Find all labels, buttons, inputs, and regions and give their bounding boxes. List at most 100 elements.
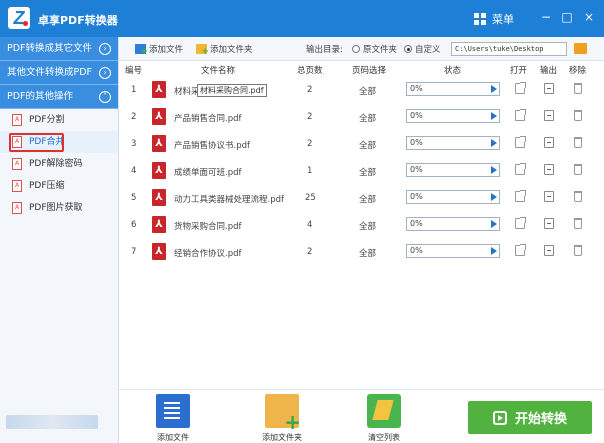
sidebar-item-pdf-image-extract[interactable]: A PDF图片获取 bbox=[0, 197, 118, 219]
row-index: 3 bbox=[131, 139, 137, 149]
radio-custom[interactable]: 自定义 bbox=[404, 43, 441, 55]
row-page-range[interactable]: 全部 bbox=[359, 193, 376, 205]
filename-tooltip: 材料采购合同.pdf bbox=[197, 84, 267, 97]
trash-icon[interactable] bbox=[574, 164, 582, 175]
row-page-range[interactable]: 全部 bbox=[359, 247, 376, 259]
row-index: 5 bbox=[131, 193, 137, 203]
radio-selected-icon bbox=[404, 45, 412, 53]
play-icon[interactable] bbox=[491, 220, 497, 228]
table-row[interactable]: 3 ⅄ 产品销售协议书.pdf 2 全部 0% bbox=[119, 131, 604, 158]
browse-folder-icon[interactable] bbox=[574, 43, 587, 54]
open-icon[interactable] bbox=[515, 163, 526, 175]
progress-bar: 0% bbox=[406, 82, 500, 96]
play-icon[interactable] bbox=[491, 85, 497, 93]
row-page-range[interactable]: 全部 bbox=[359, 166, 376, 178]
table-row[interactable]: 7 ⅄ 经销合作协议.pdf 2 全部 0% bbox=[119, 239, 604, 266]
progress-text: 0% bbox=[410, 111, 423, 120]
sidebar-item-label: PDF压缩 bbox=[29, 181, 65, 191]
pdf-file-icon: ⅄ bbox=[152, 243, 166, 260]
trash-icon[interactable] bbox=[574, 83, 582, 94]
sidebar: PDF转换成其它文件 › 其他文件转换成PDF › PDF的其他操作 ˅ A P… bbox=[0, 37, 119, 443]
progress-text: 0% bbox=[410, 246, 423, 255]
grid-menu-icon bbox=[474, 13, 486, 25]
trash-icon[interactable] bbox=[574, 191, 582, 202]
minimize-button[interactable]: − bbox=[537, 8, 555, 26]
sidebar-item-label: PDF解除密码 bbox=[29, 159, 83, 169]
sidebar-category-pdf-other-ops[interactable]: PDF的其他操作 ˅ bbox=[0, 85, 118, 109]
open-icon[interactable] bbox=[515, 244, 526, 256]
trash-icon[interactable] bbox=[574, 245, 582, 256]
table-row[interactable]: 2 ⅄ 产品销售合同.pdf 2 全部 0% bbox=[119, 104, 604, 131]
start-convert-button[interactable]: 开始转换 bbox=[468, 401, 592, 434]
output-icon[interactable] bbox=[544, 83, 554, 94]
play-icon[interactable] bbox=[491, 166, 497, 174]
table-row[interactable]: 6 ⅄ 货物采购合同.pdf 4 全部 0% bbox=[119, 212, 604, 239]
add-folder-icon bbox=[196, 44, 209, 57]
play-icon[interactable] bbox=[491, 112, 497, 120]
row-index: 7 bbox=[131, 247, 137, 257]
row-page-range[interactable]: 全部 bbox=[359, 220, 376, 232]
bottom-action-bar: 添加文件 添加文件夹 清空列表 开始转换 bbox=[119, 389, 604, 443]
menu-button[interactable]: 菜单 bbox=[474, 11, 514, 27]
bottom-add-file-label: 添加文件 bbox=[157, 433, 189, 442]
play-icon[interactable] bbox=[491, 139, 497, 147]
progress-bar: 0% bbox=[406, 244, 500, 258]
bottom-add-folder-button[interactable]: 添加文件夹 bbox=[257, 394, 307, 443]
play-icon[interactable] bbox=[491, 193, 497, 201]
row-filename: 材料采 bbox=[174, 87, 200, 97]
row-page-range[interactable]: 全部 bbox=[359, 112, 376, 124]
row-filename: 经销合作协议.pdf bbox=[174, 249, 242, 259]
close-button[interactable]: × bbox=[580, 8, 598, 26]
sidebar-category-label: 其他文件转换成PDF bbox=[7, 67, 93, 78]
col-pages: 总页数 bbox=[297, 66, 323, 76]
col-page-select: 页码选择 bbox=[352, 66, 387, 76]
add-folder-button[interactable]: 添加文件夹 bbox=[196, 43, 253, 57]
radio-original-folder[interactable]: 原文件夹 bbox=[352, 43, 397, 55]
broom-icon bbox=[367, 394, 401, 428]
output-icon[interactable] bbox=[544, 110, 554, 121]
open-icon[interactable] bbox=[515, 190, 526, 202]
output-icon[interactable] bbox=[544, 137, 554, 148]
row-index: 6 bbox=[131, 220, 137, 230]
play-icon[interactable] bbox=[491, 247, 497, 255]
table-row[interactable]: 5 ⅄ 动力工具类器械处理流程.pdf 25 全部 0% bbox=[119, 185, 604, 212]
trash-icon[interactable] bbox=[574, 110, 582, 121]
progress-bar: 0% bbox=[406, 109, 500, 123]
row-page-range[interactable]: 全部 bbox=[359, 85, 376, 97]
open-icon[interactable] bbox=[515, 82, 526, 94]
table-row[interactable]: 4 ⅄ 成绩单面可班.pdf 1 全部 0% bbox=[119, 158, 604, 185]
row-pages: 1 bbox=[307, 166, 313, 176]
sidebar-category-pdf-to-other[interactable]: PDF转换成其它文件 › bbox=[0, 37, 118, 61]
row-pages: 2 bbox=[307, 112, 313, 122]
output-dir-label: 输出目录: bbox=[306, 45, 343, 55]
sidebar-item-label: PDF图片获取 bbox=[29, 203, 83, 213]
open-icon[interactable] bbox=[515, 217, 526, 229]
sidebar-category-other-to-pdf[interactable]: 其他文件转换成PDF › bbox=[0, 61, 118, 85]
col-status: 状态 bbox=[444, 66, 462, 76]
clear-list-button[interactable]: 清空列表 bbox=[364, 394, 404, 443]
row-page-range[interactable]: 全部 bbox=[359, 139, 376, 151]
app-logo-icon: Z bbox=[8, 7, 30, 29]
radio-label: 自定义 bbox=[415, 45, 441, 55]
pdf-file-icon: ⅄ bbox=[152, 216, 166, 233]
output-icon[interactable] bbox=[544, 218, 554, 229]
sidebar-item-pdf-split[interactable]: A PDF分割 bbox=[0, 109, 118, 131]
open-icon[interactable] bbox=[515, 136, 526, 148]
bottom-add-file-button[interactable]: 添加文件 bbox=[153, 394, 193, 443]
output-icon[interactable] bbox=[544, 245, 554, 256]
output-icon[interactable] bbox=[544, 191, 554, 202]
trash-icon[interactable] bbox=[574, 137, 582, 148]
table-row[interactable]: 1 ⅄ 材料采 材料采购合同.pdf 2 全部 0% bbox=[119, 77, 604, 104]
add-file-button[interactable]: 添加文件 bbox=[135, 43, 183, 57]
col-remove: 移除 bbox=[569, 66, 587, 76]
sidebar-item-pdf-compress[interactable]: A PDF压缩 bbox=[0, 175, 118, 197]
output-icon[interactable] bbox=[544, 164, 554, 175]
sidebar-item-pdf-merge[interactable]: A PDF合并 bbox=[0, 131, 118, 153]
trash-icon[interactable] bbox=[574, 218, 582, 229]
row-filename: 成绩单面可班.pdf bbox=[174, 168, 242, 178]
output-path-input[interactable]: C:\Users\tuke\Desktop bbox=[451, 42, 567, 56]
open-icon[interactable] bbox=[515, 109, 526, 121]
restore-button[interactable]: □ bbox=[558, 8, 576, 26]
sidebar-item-pdf-unlock[interactable]: A PDF解除密码 bbox=[0, 153, 118, 175]
col-index: 编号 bbox=[125, 66, 143, 76]
